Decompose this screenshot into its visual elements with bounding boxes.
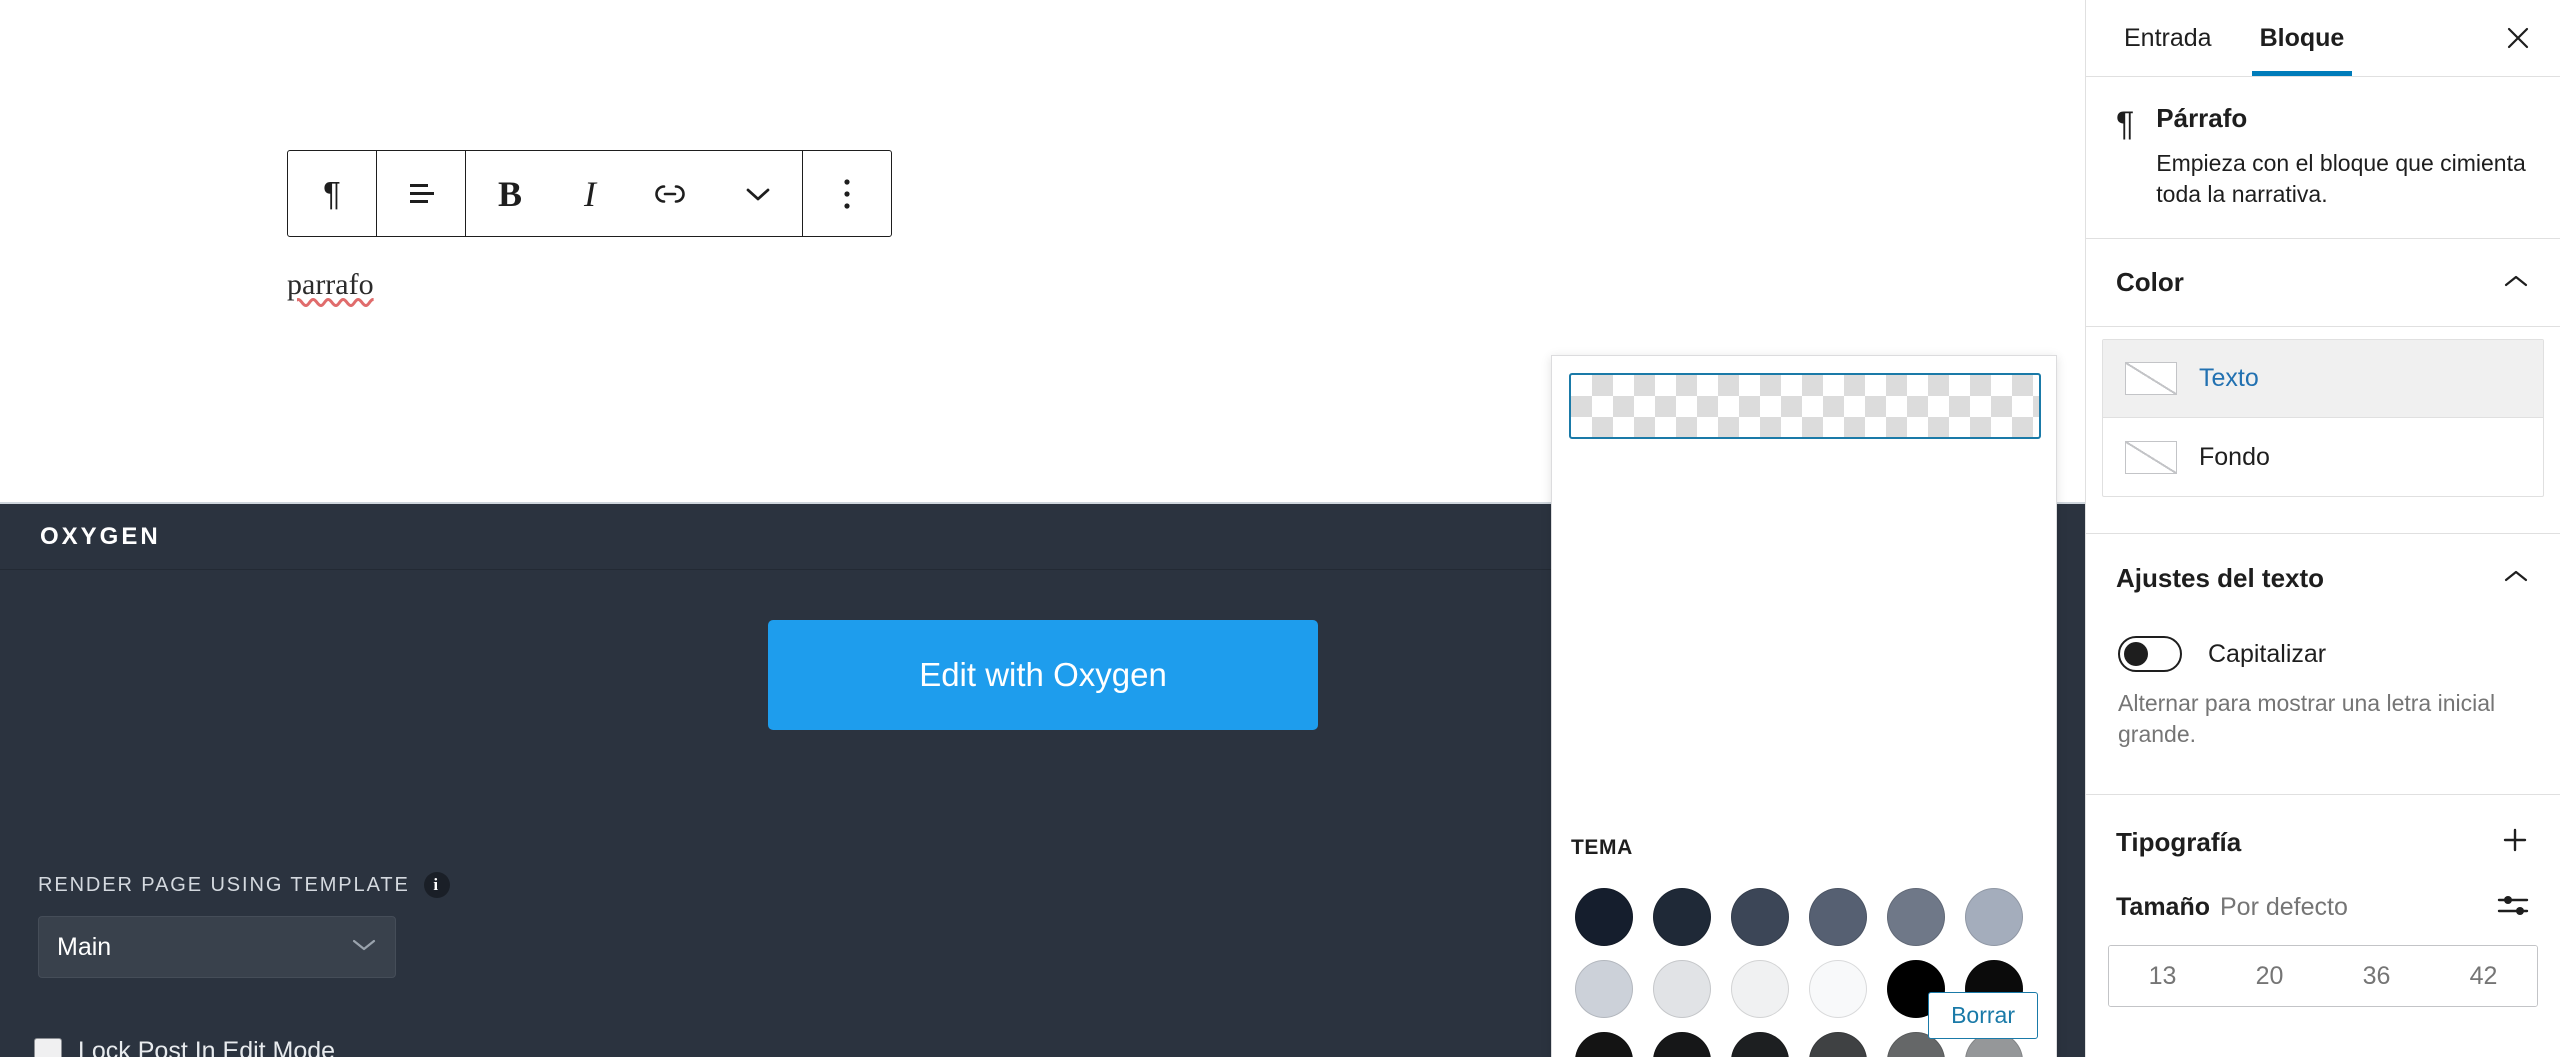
color-swatch[interactable]	[1887, 888, 1945, 946]
capitalizar-help-text: Alternar para mostrar una letra inicial …	[2118, 690, 2496, 748]
color-swatch[interactable]	[1575, 1032, 1633, 1057]
color-swatch-preview-icon	[2125, 362, 2177, 396]
font-size-preset-42[interactable]: 42	[2430, 946, 2537, 1007]
tab-bloque[interactable]: Bloque	[2236, 0, 2369, 76]
font-size-label: Tamaño	[2116, 893, 2210, 922]
chevron-down-icon[interactable]	[714, 151, 802, 236]
toggle-knob	[2124, 642, 2148, 667]
color-swatch[interactable]	[1653, 960, 1711, 1018]
link-icon[interactable]	[626, 151, 714, 236]
color-swatch[interactable]	[1653, 1032, 1711, 1057]
toolbar-group-more	[803, 151, 891, 236]
plus-icon[interactable]	[2500, 825, 2530, 861]
color-swatch[interactable]	[1809, 888, 1867, 946]
screen-root: ¶ B I parrafo OXYGEN Edit with Oxygen RE…	[0, 0, 2560, 1057]
chevron-up-icon	[2502, 270, 2530, 296]
lock-post-label: Lock Post In Edit Mode	[78, 1037, 336, 1057]
font-size-value: Por defecto	[2220, 893, 2348, 922]
color-picker-popover: TEMA Borrar	[1551, 355, 2057, 1057]
color-settings-list: Texto Fondo	[2102, 339, 2544, 498]
block-toolbar: ¶ B I	[287, 150, 892, 237]
color-item-texto[interactable]: Texto	[2103, 340, 2543, 419]
capitalizar-label: Capitalizar	[2208, 639, 2327, 668]
color-swatch[interactable]	[1731, 1032, 1789, 1057]
toolbar-group-blocktype: ¶	[288, 151, 377, 236]
color-swatch[interactable]	[1809, 960, 1867, 1018]
font-size-preset-36[interactable]: 36	[2323, 946, 2430, 1007]
color-swatch[interactable]	[1809, 1032, 1867, 1057]
color-item-label: Fondo	[2199, 442, 2270, 471]
sliders-settings-icon[interactable]	[2496, 890, 2530, 925]
color-swatch[interactable]	[1731, 960, 1789, 1018]
render-template-label-text: RENDER PAGE USING TEMPLATE	[38, 873, 410, 896]
capitalizar-row: Capitalizar	[2086, 622, 2560, 673]
chevron-up-icon	[2502, 565, 2530, 591]
oxygen-logo-title: OXYGEN	[40, 522, 161, 550]
toolbar-group-format: B I	[466, 151, 803, 236]
paragraph-block-text[interactable]: parrafo	[287, 268, 374, 302]
color-swatch-preview-icon	[2125, 440, 2177, 474]
font-size-presets: 13 20 36 42	[2108, 945, 2538, 1008]
color-swatch[interactable]	[1731, 888, 1789, 946]
text-settings-header[interactable]: Ajustes del texto	[2086, 534, 2560, 622]
color-item-label: Texto	[2199, 364, 2259, 393]
italic-button[interactable]: I	[554, 151, 626, 236]
font-size-preset-20[interactable]: 20	[2216, 946, 2323, 1007]
block-info-card: ¶ Párrafo Empieza con el bloque que cimi…	[2086, 77, 2560, 240]
block-options-kebab-icon[interactable]	[803, 151, 891, 236]
edit-with-oxygen-button[interactable]: Edit with Oxygen	[768, 620, 1318, 730]
lock-post-checkbox[interactable]	[34, 1037, 62, 1057]
color-section-header[interactable]: Color	[2086, 239, 2560, 328]
capitalizar-toggle[interactable]	[2118, 636, 2182, 673]
paragraph-block-type-icon[interactable]: ¶	[288, 151, 376, 236]
current-color-preview[interactable]	[1569, 373, 2041, 439]
close-sidebar-icon[interactable]	[2490, 10, 2546, 66]
clear-color-button[interactable]: Borrar	[1928, 992, 2038, 1039]
template-select-value: Main	[57, 932, 112, 961]
typography-title: Tipografía	[2116, 827, 2242, 858]
color-swatch[interactable]	[1965, 888, 2023, 946]
color-swatch[interactable]	[1575, 960, 1633, 1018]
font-size-row: Tamaño Por defecto	[2086, 890, 2560, 925]
toolbar-group-align	[377, 151, 466, 236]
block-settings-sidebar: Entrada Bloque ¶ Párrafo Empieza con el …	[2085, 0, 2560, 1057]
tab-entrada[interactable]: Entrada	[2100, 0, 2236, 76]
color-swatch[interactable]	[1653, 888, 1711, 946]
bold-button[interactable]: B	[466, 151, 554, 236]
oxygen-panel-right-strip	[2056, 502, 2085, 1057]
typography-header[interactable]: Tipografía	[2086, 794, 2560, 890]
color-swatch[interactable]	[1575, 888, 1633, 946]
color-item-fondo[interactable]: Fondo	[2103, 418, 2543, 496]
lock-post-row: Lock Post In Edit Mode	[34, 1037, 335, 1057]
palette-group-label: TEMA	[1571, 836, 1633, 859]
block-description: Empieza con el bloque que cimienta toda …	[2156, 150, 2526, 208]
align-text-icon[interactable]	[377, 151, 465, 236]
template-select[interactable]: Main	[38, 916, 396, 978]
info-icon[interactable]: i	[423, 872, 450, 898]
paragraph-icon: ¶	[2116, 105, 2135, 143]
sidebar-tabs: Entrada Bloque	[2086, 0, 2560, 77]
text-settings-title: Ajustes del texto	[2116, 562, 2325, 593]
font-size-preset-13[interactable]: 13	[2109, 946, 2216, 1007]
chevron-down-icon	[351, 937, 377, 958]
color-section-title: Color	[2116, 267, 2184, 298]
render-template-label: RENDER PAGE USING TEMPLATE i	[38, 872, 450, 898]
block-title: Párrafo	[2156, 103, 2248, 133]
